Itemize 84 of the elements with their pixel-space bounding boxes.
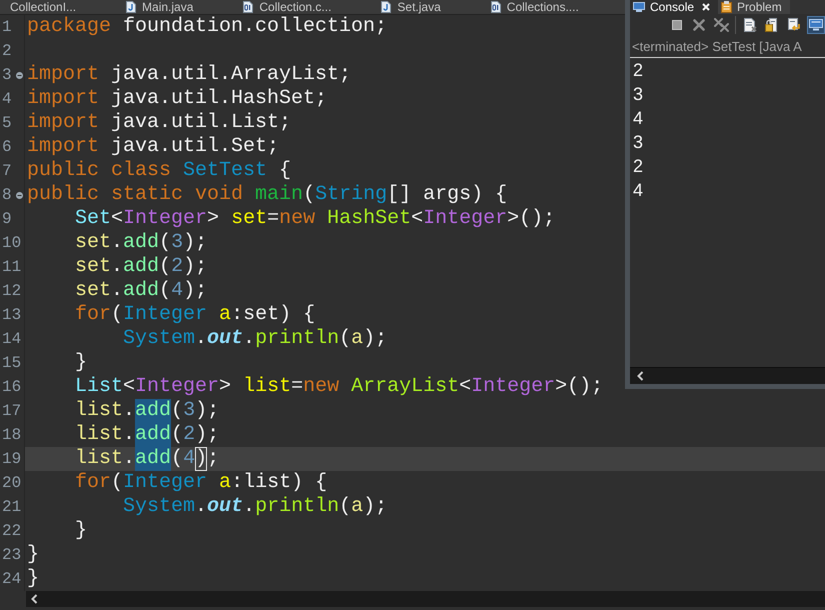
monitor-icon — [809, 19, 823, 31]
close-icon — [693, 19, 705, 31]
output-line: 4 — [633, 179, 644, 202]
line-number: 24 — [1, 569, 22, 590]
code-text: (2); — [171, 423, 220, 447]
code-line: public static void main(String[] args) { — [27, 183, 508, 207]
line-number: 10 — [1, 233, 22, 254]
code-line: set.add(4); — [75, 279, 208, 303]
highlighted-code: add — [135, 423, 172, 447]
horizontal-scrollbar[interactable] — [26, 591, 825, 607]
line-number: 6 — [1, 137, 12, 158]
output-line: 2 — [633, 59, 644, 82]
line-number: 3 — [1, 65, 12, 86]
line-number: 17 — [1, 401, 22, 422]
chevron-left-icon[interactable] — [637, 371, 644, 381]
line-number: 1 — [1, 17, 12, 38]
code-text: list. — [75, 423, 136, 447]
chevron-left-icon[interactable] — [31, 594, 38, 604]
output-line: 3 — [633, 83, 644, 106]
view-tab[interactable]: Problem — [718, 0, 790, 14]
line-number: 22 — [1, 521, 22, 542]
line-number: 9 — [1, 209, 12, 230]
horizontal-scrollbar[interactable] — [630, 367, 825, 384]
code-line: public class SetTest { — [27, 159, 292, 183]
code-line: for(Integer a:list) { — [75, 471, 328, 495]
code-line: } — [75, 351, 88, 375]
code-text: (4 — [171, 447, 196, 471]
code-line: List<Integer> list=new ArrayList<Integer>(); — [75, 375, 604, 399]
code-text: (3); — [171, 399, 220, 423]
collapse-icon[interactable] — [16, 72, 23, 79]
line-number: 15 — [1, 353, 22, 374]
code-line: } — [27, 567, 40, 591]
line-number: 21 — [1, 497, 22, 518]
code-line: import java.util.List; — [27, 111, 292, 135]
code-line: set.add(3); — [75, 231, 208, 255]
code-line: set.add(2); — [75, 255, 208, 279]
line-number: 18 — [1, 425, 22, 446]
document-button[interactable] — [741, 16, 759, 34]
view-tab[interactable]: Console — [630, 0, 718, 14]
highlighted-code: add — [135, 399, 172, 423]
line-number: 23 — [1, 545, 22, 566]
code-text: list. — [75, 399, 136, 423]
code-line: System.out.println(a); — [123, 495, 388, 519]
editor-tab[interactable]: Collections.... — [486, 0, 583, 14]
code-line: for(Integer a:set) { — [75, 303, 316, 327]
line-number: 2 — [1, 41, 12, 62]
code-line: Set<Integer> set=new HashSet<Integer>(); — [75, 207, 556, 231]
process-label: <terminated> SetTest [Java A — [632, 38, 802, 54]
line-number: 8 — [1, 185, 12, 206]
code-line: package foundation.collection; — [27, 15, 388, 39]
code-line: } — [75, 519, 88, 543]
line-number: 12 — [1, 281, 22, 302]
line-number: 19 — [1, 449, 22, 470]
editor-tab[interactable]: Collection.c... — [239, 0, 336, 14]
line-number: 14 — [1, 329, 22, 350]
output-line: 4 — [633, 107, 644, 130]
line-number: 20 — [1, 473, 22, 494]
output-line: 2 — [633, 155, 644, 178]
collapse-icon[interactable] — [16, 192, 23, 199]
code-line: import java.util.ArrayList; — [27, 63, 352, 87]
line-number: 13 — [1, 305, 22, 326]
code-line: } — [27, 543, 40, 567]
code-text: list. — [75, 447, 136, 471]
line-number: 7 — [1, 161, 12, 182]
double-cross-icon — [714, 18, 728, 32]
code-line: import java.util.Set; — [27, 135, 280, 159]
line-number: 16 — [1, 377, 22, 398]
line-number: 5 — [1, 113, 12, 134]
matching-bracket: ) — [195, 447, 208, 471]
close-icon[interactable] — [702, 3, 710, 11]
code-line: import java.util.HashSet; — [27, 87, 328, 111]
document-icon — [744, 18, 756, 32]
display-console-button[interactable] — [807, 16, 825, 34]
highlighted-code: add — [135, 447, 172, 471]
output-line: 3 — [633, 131, 644, 154]
editor-tab[interactable]: CollectionI... — [6, 0, 80, 14]
code-line: System.out.println(a); — [123, 327, 388, 351]
line-number: 11 — [1, 257, 22, 278]
editor-tab[interactable]: Set.java — [377, 0, 445, 14]
stop-icon — [672, 20, 682, 30]
editor-tab[interactable]: Main.java — [122, 0, 198, 14]
line-number: 4 — [1, 89, 12, 110]
code-text: ; — [207, 447, 220, 471]
locked-document-icon — [765, 18, 779, 32]
